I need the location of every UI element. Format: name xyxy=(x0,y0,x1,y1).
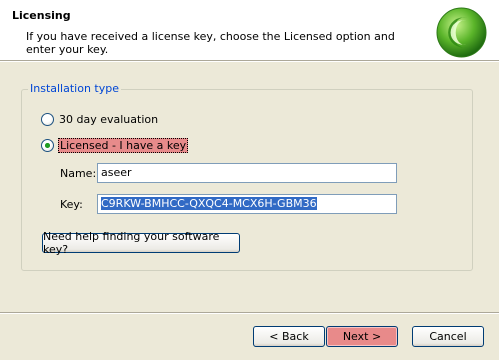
radio-licensed-label[interactable]: Licensed - I have a key xyxy=(58,137,189,153)
radio-licensed[interactable]: Licensed - I have a key xyxy=(41,137,189,153)
next-button[interactable]: Next > xyxy=(326,326,398,347)
wizard-header: Licensing If you have received a license… xyxy=(0,0,499,60)
radio-evaluation-indicator[interactable] xyxy=(41,112,54,126)
page-description: If you have received a license key, choo… xyxy=(26,30,395,56)
key-field-value: C9RKW-BMHCC-QXQC4-MCX6H-GBM36 xyxy=(101,197,317,210)
name-field[interactable]: aseer xyxy=(97,163,397,183)
footer-divider xyxy=(0,312,499,314)
radio-licensed-indicator[interactable] xyxy=(41,138,54,152)
key-field[interactable]: C9RKW-BMHCC-QXQC4-MCX6H-GBM36 xyxy=(97,194,397,214)
back-button[interactable]: < Back xyxy=(253,326,325,347)
green-orb-logo-icon xyxy=(436,7,487,58)
key-label: Key: xyxy=(60,198,83,211)
find-key-help-button[interactable]: Need help finding your software key? xyxy=(42,230,240,256)
page-title: Licensing xyxy=(12,9,71,22)
radio-evaluation[interactable]: 30 day evaluation xyxy=(41,111,159,127)
installation-type-legend: Installation type xyxy=(28,82,121,95)
cancel-button[interactable]: Cancel xyxy=(412,326,484,347)
radio-evaluation-label[interactable]: 30 day evaluation xyxy=(58,113,159,126)
name-field-value: aseer xyxy=(101,166,132,179)
header-divider xyxy=(0,60,499,62)
name-label: Name: xyxy=(60,167,97,180)
